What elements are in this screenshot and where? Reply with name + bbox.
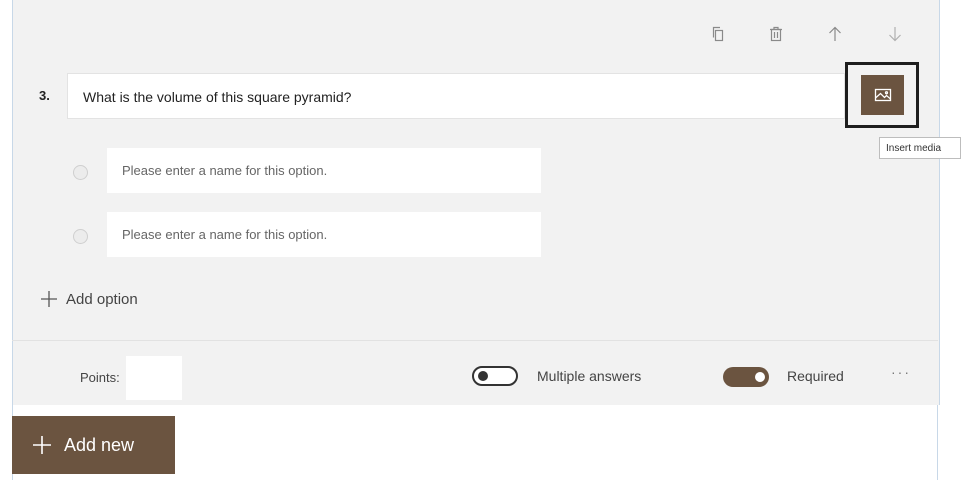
option-radio[interactable] [73,229,88,244]
option-input[interactable] [107,148,541,193]
multiple-answers-toggle[interactable] [472,366,518,386]
add-new-button[interactable]: Add new [12,416,175,474]
insert-media-highlight [845,62,919,128]
question-title-field[interactable]: What is the volume of this square pyrami… [67,73,845,119]
question-number: 3. [39,88,50,103]
insert-media-button[interactable] [861,75,904,115]
plus-icon [33,436,51,454]
question-card [12,0,940,405]
required-label: Required [787,368,844,384]
required-toggle[interactable] [723,367,769,387]
image-icon [874,88,891,102]
footer-divider [12,340,938,341]
copy-icon[interactable] [706,22,730,46]
move-up-icon[interactable] [823,22,847,46]
delete-icon[interactable] [764,22,788,46]
move-down-icon[interactable] [883,22,907,46]
add-option-label: Add option [66,290,138,308]
multiple-answers-label: Multiple answers [537,368,642,384]
question-text: What is the volume of this square pyrami… [83,89,352,105]
plus-icon [41,291,57,307]
points-label: Points: [80,370,120,385]
add-option-button[interactable]: Add option [40,287,138,311]
more-options-button[interactable]: ··· [891,364,911,380]
option-input[interactable] [107,212,541,257]
add-new-label: Add new [64,434,135,455]
insert-media-tooltip: Insert media [879,137,961,159]
option-radio[interactable] [73,165,88,180]
toggle-knob [755,372,765,382]
toggle-knob [478,371,488,381]
points-input[interactable] [126,356,182,400]
